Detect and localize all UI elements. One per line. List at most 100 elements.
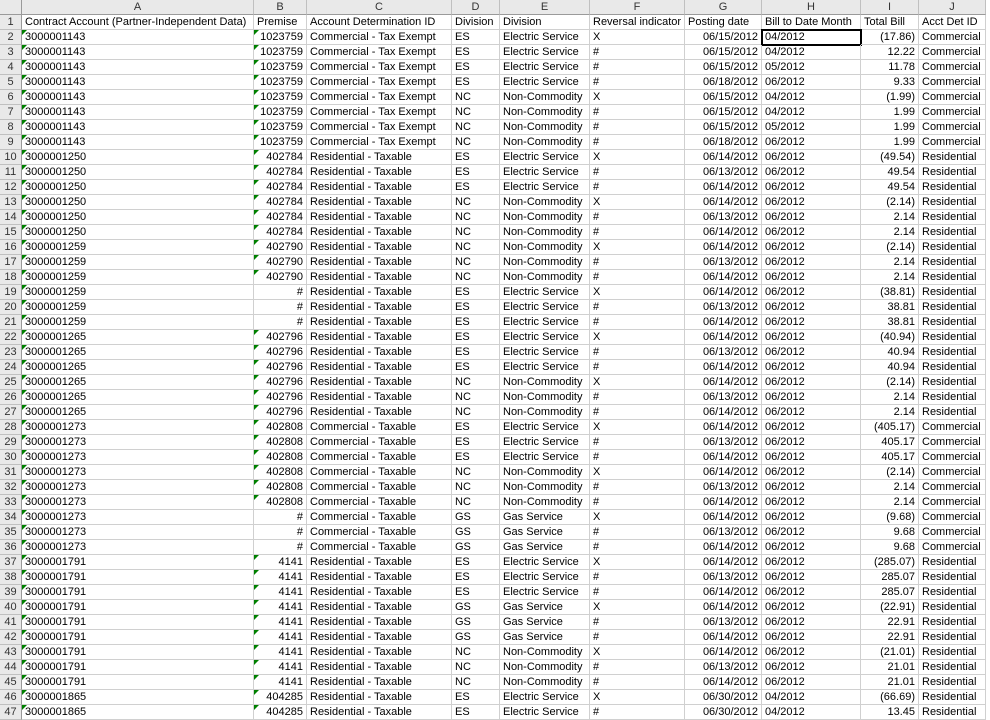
- cell-A10[interactable]: 3000001250: [22, 150, 254, 165]
- cell-B45[interactable]: 4141: [254, 675, 307, 690]
- cell-C3[interactable]: Commercial - Tax Exempt: [307, 45, 452, 60]
- row-header-8[interactable]: 8: [0, 120, 22, 135]
- row-header-43[interactable]: 43: [0, 645, 22, 660]
- cell-G10[interactable]: 06/14/2012: [685, 150, 762, 165]
- cell-H18[interactable]: 06/2012: [762, 270, 861, 285]
- row-header-11[interactable]: 11: [0, 165, 22, 180]
- cell-E4[interactable]: Electric Service: [500, 60, 590, 75]
- column-header-I[interactable]: I: [861, 0, 919, 15]
- row-header-6[interactable]: 6: [0, 90, 22, 105]
- row-header-15[interactable]: 15: [0, 225, 22, 240]
- cell-C31[interactable]: Commercial - Taxable: [307, 465, 452, 480]
- cell-D45[interactable]: NC: [452, 675, 500, 690]
- cell-C12[interactable]: Residential - Taxable: [307, 180, 452, 195]
- cell-J18[interactable]: Residential: [919, 270, 986, 285]
- cell-A27[interactable]: 3000001265: [22, 405, 254, 420]
- cell-A2[interactable]: 3000001143: [22, 30, 254, 45]
- cell-A11[interactable]: 3000001250: [22, 165, 254, 180]
- cell-G5[interactable]: 06/18/2012: [685, 75, 762, 90]
- cell-F38[interactable]: #: [590, 570, 685, 585]
- cell-H20[interactable]: 06/2012: [762, 300, 861, 315]
- cell-F17[interactable]: #: [590, 255, 685, 270]
- cell-C34[interactable]: Commercial - Taxable: [307, 510, 452, 525]
- cell-I38[interactable]: 285.07: [861, 570, 919, 585]
- cell-G4[interactable]: 06/15/2012: [685, 60, 762, 75]
- cell-F22[interactable]: X: [590, 330, 685, 345]
- cell-D8[interactable]: NC: [452, 120, 500, 135]
- cell-A32[interactable]: 3000001273: [22, 480, 254, 495]
- header-cell-F[interactable]: Reversal indicator: [590, 15, 685, 30]
- cell-B9[interactable]: 1023759: [254, 135, 307, 150]
- cell-F11[interactable]: #: [590, 165, 685, 180]
- cell-A45[interactable]: 3000001791: [22, 675, 254, 690]
- cell-J6[interactable]: Commercial: [919, 90, 986, 105]
- cell-D36[interactable]: GS: [452, 540, 500, 555]
- cell-B27[interactable]: 402796: [254, 405, 307, 420]
- cell-J44[interactable]: Residential: [919, 660, 986, 675]
- cell-E9[interactable]: Non-Commodity: [500, 135, 590, 150]
- cell-G34[interactable]: 06/14/2012: [685, 510, 762, 525]
- cell-I2[interactable]: (17.86): [861, 30, 919, 45]
- cell-C43[interactable]: Residential - Taxable: [307, 645, 452, 660]
- cell-J29[interactable]: Commercial: [919, 435, 986, 450]
- spreadsheet-grid[interactable]: ABCDEFGHIJ1Contract Account (Partner-Ind…: [0, 0, 990, 720]
- row-header-9[interactable]: 9: [0, 135, 22, 150]
- cell-H23[interactable]: 06/2012: [762, 345, 861, 360]
- cell-C35[interactable]: Commercial - Taxable: [307, 525, 452, 540]
- cell-B38[interactable]: 4141: [254, 570, 307, 585]
- cell-B8[interactable]: 1023759: [254, 120, 307, 135]
- cell-H24[interactable]: 06/2012: [762, 360, 861, 375]
- cell-E19[interactable]: Electric Service: [500, 285, 590, 300]
- cell-H4[interactable]: 05/2012: [762, 60, 861, 75]
- cell-I30[interactable]: 405.17: [861, 450, 919, 465]
- cell-B44[interactable]: 4141: [254, 660, 307, 675]
- row-header-44[interactable]: 44: [0, 660, 22, 675]
- row-header-12[interactable]: 12: [0, 180, 22, 195]
- cell-B4[interactable]: 1023759: [254, 60, 307, 75]
- cell-D29[interactable]: ES: [452, 435, 500, 450]
- cell-H31[interactable]: 06/2012: [762, 465, 861, 480]
- cell-D3[interactable]: ES: [452, 45, 500, 60]
- cell-C14[interactable]: Residential - Taxable: [307, 210, 452, 225]
- cell-I26[interactable]: 2.14: [861, 390, 919, 405]
- cell-E15[interactable]: Non-Commodity: [500, 225, 590, 240]
- cell-H32[interactable]: 06/2012: [762, 480, 861, 495]
- cell-B35[interactable]: #: [254, 525, 307, 540]
- cell-D24[interactable]: ES: [452, 360, 500, 375]
- cell-E28[interactable]: Electric Service: [500, 420, 590, 435]
- cell-F10[interactable]: X: [590, 150, 685, 165]
- cell-E35[interactable]: Gas Service: [500, 525, 590, 540]
- cell-E31[interactable]: Non-Commodity: [500, 465, 590, 480]
- cell-H40[interactable]: 06/2012: [762, 600, 861, 615]
- cell-E37[interactable]: Electric Service: [500, 555, 590, 570]
- cell-E12[interactable]: Electric Service: [500, 180, 590, 195]
- header-cell-A[interactable]: Contract Account (Partner-Independent Da…: [22, 15, 254, 30]
- cell-A39[interactable]: 3000001791: [22, 585, 254, 600]
- cell-E11[interactable]: Electric Service: [500, 165, 590, 180]
- row-header-33[interactable]: 33: [0, 495, 22, 510]
- cell-B23[interactable]: 402796: [254, 345, 307, 360]
- row-header-27[interactable]: 27: [0, 405, 22, 420]
- cell-J3[interactable]: Commercial: [919, 45, 986, 60]
- cell-J22[interactable]: Residential: [919, 330, 986, 345]
- cell-G26[interactable]: 06/13/2012: [685, 390, 762, 405]
- cell-J40[interactable]: Residential: [919, 600, 986, 615]
- cell-D26[interactable]: NC: [452, 390, 500, 405]
- cell-A9[interactable]: 3000001143: [22, 135, 254, 150]
- cell-J4[interactable]: Commercial: [919, 60, 986, 75]
- row-header-42[interactable]: 42: [0, 630, 22, 645]
- cell-H3[interactable]: 04/2012: [762, 45, 861, 60]
- cell-D44[interactable]: NC: [452, 660, 500, 675]
- cell-D30[interactable]: ES: [452, 450, 500, 465]
- cell-F7[interactable]: #: [590, 105, 685, 120]
- cell-D16[interactable]: NC: [452, 240, 500, 255]
- cell-B36[interactable]: #: [254, 540, 307, 555]
- cell-G24[interactable]: 06/14/2012: [685, 360, 762, 375]
- cell-C5[interactable]: Commercial - Tax Exempt: [307, 75, 452, 90]
- cell-C36[interactable]: Commercial - Taxable: [307, 540, 452, 555]
- cell-A38[interactable]: 3000001791: [22, 570, 254, 585]
- cell-E5[interactable]: Electric Service: [500, 75, 590, 90]
- cell-B19[interactable]: #: [254, 285, 307, 300]
- header-cell-B[interactable]: Premise: [254, 15, 307, 30]
- cell-H7[interactable]: 04/2012: [762, 105, 861, 120]
